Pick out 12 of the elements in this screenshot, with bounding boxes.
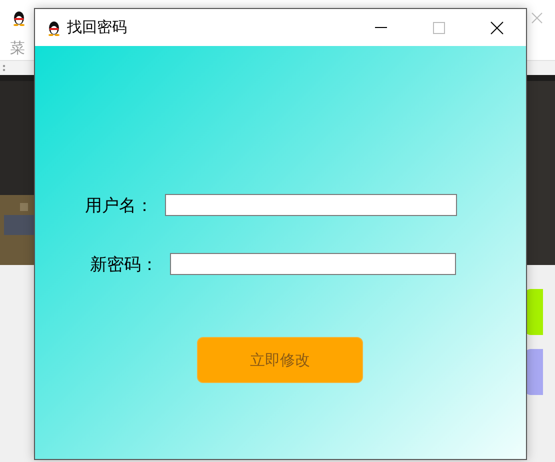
penguin-icon: [47, 20, 61, 36]
field-label: 新密码：: [90, 254, 159, 276]
close-icon: [490, 20, 504, 34]
input-field[interactable]: [165, 194, 457, 216]
maximize-icon: [433, 22, 445, 34]
window-title: 找回密码: [67, 18, 128, 37]
field-label: 用户名：: [85, 194, 154, 216]
submit-button[interactable]: 立即修改: [197, 337, 363, 383]
minimize-icon: [375, 27, 387, 28]
input-field[interactable]: [170, 253, 456, 275]
penguin-icon: [12, 10, 26, 26]
menu-item[interactable]: 菜: [10, 38, 25, 58]
